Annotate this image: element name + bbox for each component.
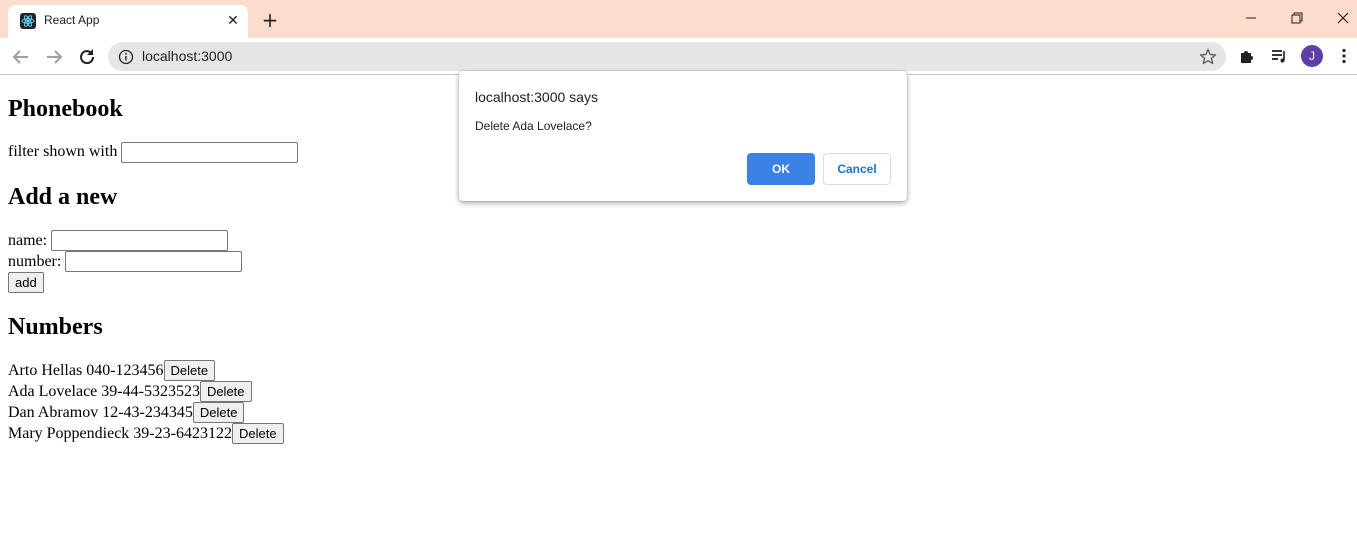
person-entry: Ada Lovelace 39-44-5323523 (8, 383, 200, 400)
tab-title: React App (44, 13, 100, 27)
url-text: localhost:3000 (142, 48, 233, 64)
kebab-menu-icon[interactable] (1335, 47, 1353, 65)
delete-button[interactable]: Delete (163, 360, 216, 381)
info-icon[interactable] (118, 49, 134, 65)
person-entry: Arto Hellas 040-123456 (8, 362, 164, 379)
back-arrow-icon[interactable] (10, 46, 32, 68)
filter-label: filter shown with (8, 143, 118, 160)
browser-toolbar: localhost:3000 J (0, 38, 1357, 75)
person-entry: Mary Poppendieck 39-23-6423122 (8, 425, 232, 442)
delete-button[interactable]: Delete (199, 381, 252, 402)
star-icon[interactable] (1198, 47, 1218, 67)
dialog-message: Delete Ada Lovelace? (475, 119, 592, 133)
add-button[interactable]: add (8, 272, 44, 293)
minimize-icon[interactable] (1236, 6, 1266, 30)
delete-button[interactable]: Delete (192, 402, 245, 423)
address-bar[interactable]: localhost:3000 (108, 42, 1226, 71)
puzzle-icon[interactable] (1238, 47, 1256, 65)
window-close-icon[interactable] (1328, 6, 1357, 30)
ok-button[interactable]: OK (747, 153, 815, 185)
number-input[interactable] (65, 251, 243, 272)
list-item: Ada Lovelace 39-44-5323523 Delete (8, 381, 284, 402)
filter-input[interactable] (121, 142, 299, 163)
add-person-form: name: number: add (8, 230, 243, 293)
list-item: Arto Hellas 040-123456 Delete (8, 360, 284, 381)
numbers-heading: Numbers (8, 314, 103, 340)
delete-button[interactable]: Delete (231, 423, 284, 444)
tab-react-app[interactable]: React App ✕ (8, 5, 248, 38)
name-label: name: (8, 232, 48, 249)
cancel-button[interactable]: Cancel (823, 153, 891, 185)
list-item: Dan Abramov 12-43-234345 Delete (8, 402, 284, 423)
tab-strip: React App ✕ + (0, 0, 1357, 38)
plus-icon[interactable]: + (259, 9, 281, 31)
dialog-title: localhost:3000 says (475, 89, 598, 105)
list-item: Mary Poppendieck 39-23-6423122 Delete (8, 423, 284, 444)
react-logo-icon (20, 13, 36, 29)
name-input[interactable] (51, 230, 229, 251)
forward-arrow-icon[interactable] (43, 46, 65, 68)
media-queue-icon[interactable] (1270, 47, 1288, 65)
confirm-dialog: localhost:3000 says Delete Ada Lovelace?… (459, 71, 907, 201)
person-entry: Dan Abramov 12-43-234345 (8, 404, 193, 421)
close-icon[interactable]: ✕ (224, 12, 242, 30)
restore-icon[interactable] (1282, 6, 1312, 30)
page-title: Phonebook (8, 96, 123, 122)
number-label: number: (8, 253, 62, 270)
add-new-heading: Add a new (8, 184, 118, 210)
profile-avatar[interactable]: J (1301, 45, 1323, 67)
reload-icon[interactable] (76, 46, 98, 68)
filter-row: filter shown with (8, 142, 299, 163)
numbers-list: Arto Hellas 040-123456 Delete Ada Lovelac… (8, 360, 284, 444)
